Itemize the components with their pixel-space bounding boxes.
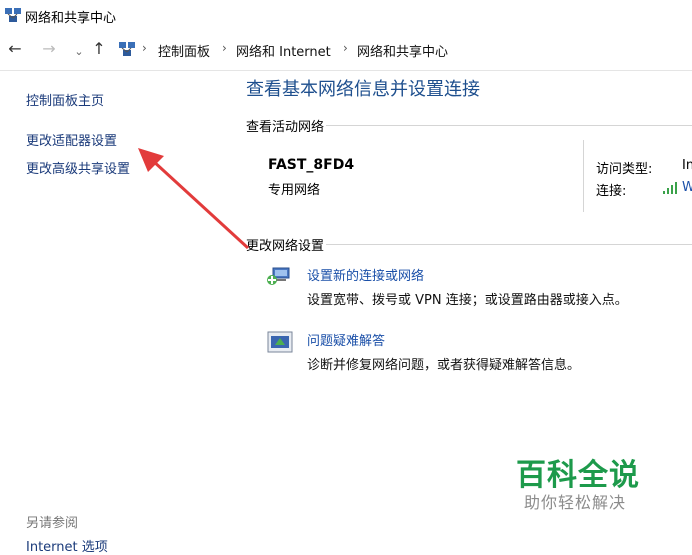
forward-arrow-icon[interactable]: → [40, 40, 58, 58]
sidebar-item-change-adapter-settings[interactable]: 更改适配器设置 [26, 130, 117, 149]
network-name: FAST_8FD4 [268, 157, 355, 173]
breadcrumb-network-internet[interactable]: 网络和 Internet [236, 41, 331, 60]
new-connection-icon [266, 262, 294, 288]
window-title: 网络和共享中心 [25, 11, 117, 26]
connection-label: 连接: [596, 184, 627, 199]
troubleshoot-link[interactable]: 问题疑难解答 [307, 330, 385, 349]
recent-pages-chevron-icon[interactable]: ⌄ [70, 43, 88, 61]
setup-new-connection-description: 设置宽带、拨号或 VPN 连接；或设置路由器或接入点。 [307, 293, 628, 308]
address-divider [0, 70, 692, 71]
connection-wifi-link[interactable]: W [682, 180, 692, 195]
network-type: 专用网络 [268, 183, 321, 198]
address-network-icon [118, 40, 136, 58]
breadcrumb-network-sharing-center[interactable]: 网络和共享中心 [357, 41, 448, 60]
see-also-heading: 另请参阅 [26, 516, 79, 531]
wifi-signal-icon [662, 180, 678, 194]
sidebar-item-advanced-sharing-settings[interactable]: 更改高级共享设置 [26, 158, 130, 177]
breadcrumb-chevron-icon: › [343, 41, 348, 55]
page-title: 查看基本网络信息并设置连接 [246, 79, 480, 100]
setup-new-connection-link[interactable]: 设置新的连接或网络 [307, 265, 424, 284]
breadcrumb-chevron-icon: › [222, 41, 227, 55]
troubleshoot-icon [266, 330, 294, 356]
watermark-subtitle: 助你轻松解决 [524, 493, 627, 512]
access-type-value: In [682, 158, 692, 173]
network-center-icon [4, 6, 22, 24]
annotation-arrow-icon [130, 140, 260, 260]
sidebar-item-internet-options[interactable]: Internet 选项 [26, 536, 108, 555]
breadcrumb-control-panel[interactable]: 控制面板 [158, 41, 210, 60]
access-type-label: 访问类型: [596, 162, 653, 177]
watermark-title: 百科全说 [516, 458, 640, 493]
active-networks-heading: 查看活动网络 [246, 116, 327, 135]
up-arrow-icon[interactable]: ↑ [90, 40, 108, 58]
troubleshoot-description: 诊断并修复网络问题，或者获得疑难解答信息。 [307, 358, 581, 373]
back-arrow-icon[interactable]: ← [6, 40, 24, 58]
breadcrumb-chevron-icon: › [142, 41, 147, 55]
network-divider [583, 140, 584, 212]
sidebar-item-control-panel-home[interactable]: 控制面板主页 [26, 90, 104, 109]
